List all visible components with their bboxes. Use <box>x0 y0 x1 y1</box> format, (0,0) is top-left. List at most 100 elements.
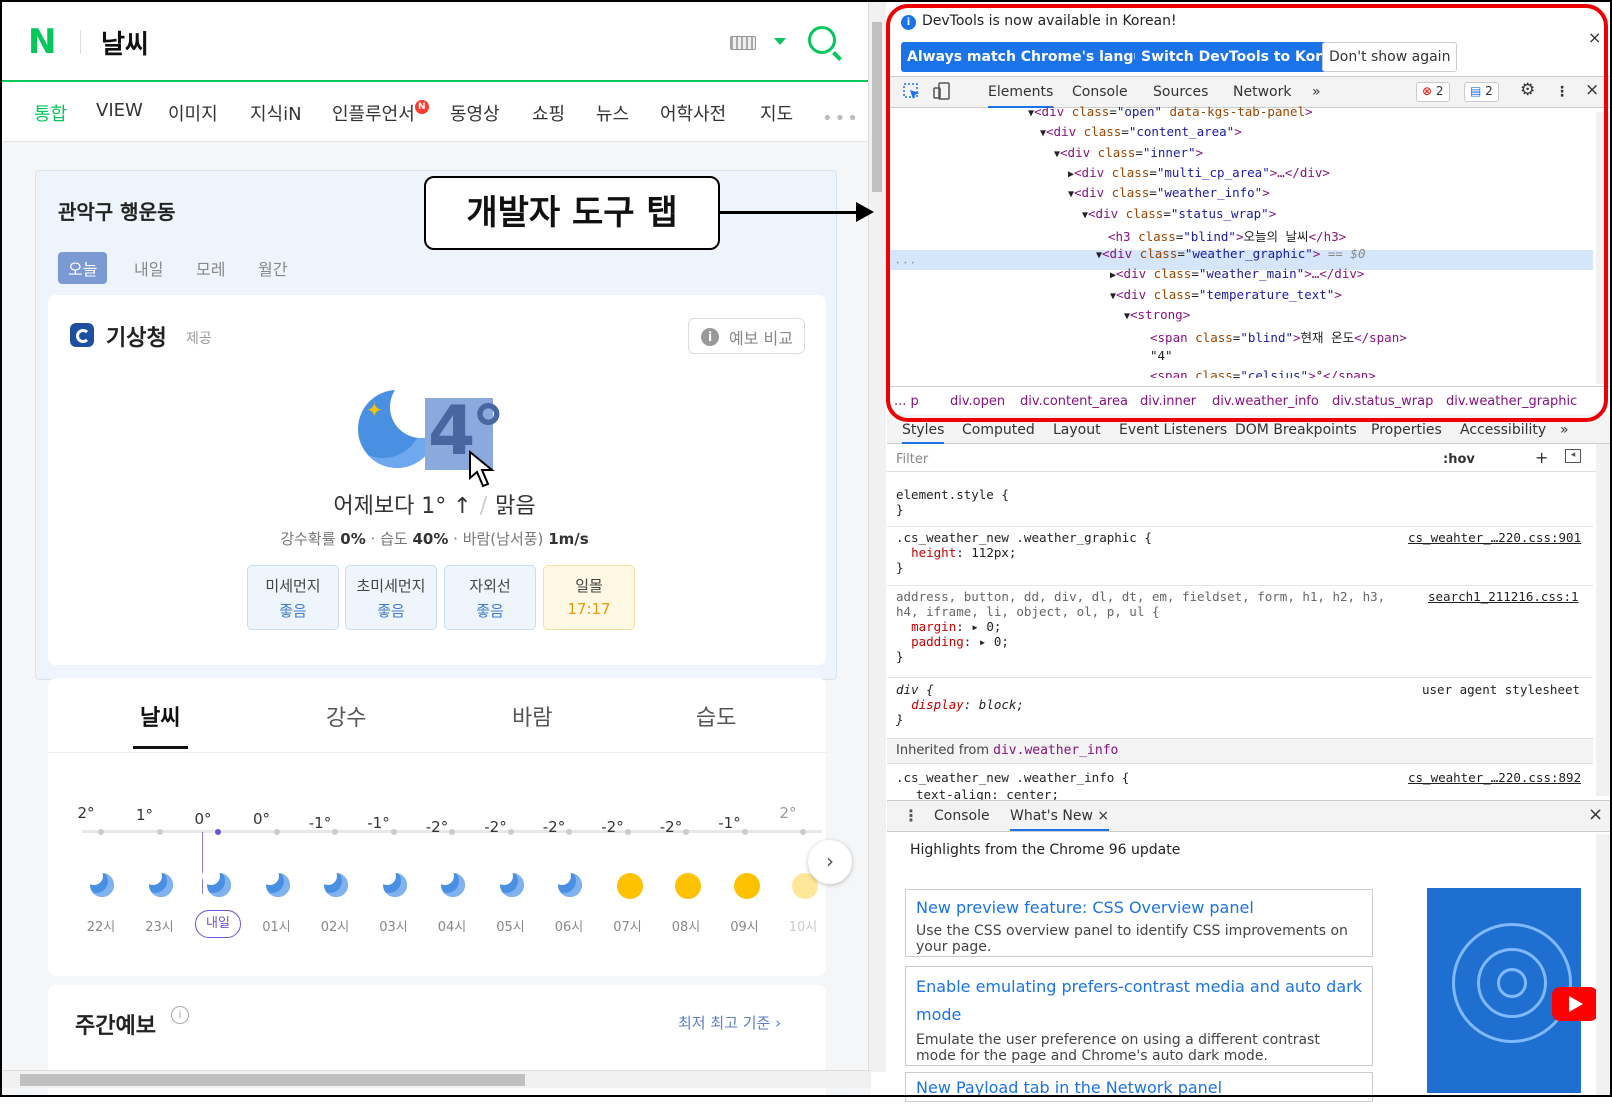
news-item[interactable]: New preview feature: CSS Overview panel U… <box>905 889 1373 957</box>
dom-node[interactable]: ▼<strong> <box>1124 307 1190 322</box>
device-toggle-icon[interactable] <box>932 81 952 101</box>
naver-logo[interactable]: N <box>28 22 56 62</box>
more-tabs-icon[interactable]: » <box>1312 84 1321 100</box>
close-drawer-icon[interactable]: × <box>1588 804 1603 825</box>
dom-node[interactable]: ▼<div class="content_area"> <box>1040 124 1242 139</box>
crumb-p[interactable]: ... p <box>894 394 919 409</box>
day-tab-today[interactable]: 오늘 <box>58 252 108 284</box>
day-tab-tomorrow[interactable]: 내일 <box>124 252 173 284</box>
inspect-icon[interactable] <box>902 82 922 102</box>
search-icon[interactable] <box>808 26 836 54</box>
subtab-humidity[interactable]: 습도 <box>696 700 736 732</box>
close-icon[interactable]: × <box>1588 28 1601 47</box>
news-item[interactable]: New Payload tab in the Network panel <box>905 1072 1373 1102</box>
more-icon[interactable]: ••• <box>822 108 860 129</box>
message-count-badge[interactable]: ▤ 2 <box>1464 82 1499 102</box>
dom-node[interactable]: ▼<div class="weather_graphic"> == $0 <box>1096 246 1365 261</box>
more-tabs-icon[interactable]: » <box>1560 422 1569 438</box>
hov-button[interactable]: :hov <box>1443 452 1475 467</box>
crumb-content-area[interactable]: div.content_area <box>1020 394 1128 409</box>
news-item[interactable]: Enable emulating prefers-contrast media … <box>905 966 1373 1066</box>
keyboard-icon[interactable] <box>730 36 756 50</box>
news-title[interactable]: New Payload tab in the Network panel <box>916 1076 1362 1100</box>
tab-images[interactable]: 이미지 <box>168 100 218 126</box>
dom-node[interactable]: <h3 class="blind">오늘의 날씨</h3> <box>1108 226 1346 245</box>
tab-layout[interactable]: Layout <box>1053 422 1101 438</box>
source-link[interactable]: cs_weahter_…220.css:901 <box>1408 530 1581 545</box>
dom-node[interactable]: <span class="blind">현재 온도</span> <box>1150 327 1407 346</box>
row-ellipsis[interactable]: ··· <box>894 255 917 270</box>
day-tab-after[interactable]: 모레 <box>186 252 235 284</box>
tab-computed[interactable]: Computed <box>962 422 1035 438</box>
crumb-weather-graphic[interactable]: div.weather_graphic <box>1446 394 1577 409</box>
styles-scrollbar[interactable] <box>1596 444 1610 796</box>
tab-accessibility[interactable]: Accessibility <box>1460 422 1546 438</box>
dom-node[interactable]: <span class="celsius">°</span> <box>1150 368 1376 378</box>
drawer-menu-icon[interactable]: ⋮ <box>903 806 919 825</box>
caret-down-icon[interactable] <box>774 38 786 45</box>
dom-node[interactable]: ▼<div class="inner"> <box>1054 145 1203 160</box>
source-link[interactable]: search1_211216.css:1 <box>1428 589 1579 604</box>
tab-kin[interactable]: 지식iN <box>250 100 302 126</box>
drawer-scrollbar[interactable] <box>1596 834 1610 1096</box>
scrollbar-thumb[interactable] <box>872 22 882 192</box>
tab-all[interactable]: 통합 <box>34 100 67 126</box>
crumb-inner[interactable]: div.inner <box>1140 394 1196 409</box>
close-tab-icon[interactable]: × <box>1097 808 1109 824</box>
tab-news[interactable]: 뉴스 <box>596 100 629 126</box>
dom-node[interactable]: ▶<div class="multi_cp_area">…</div> <box>1068 165 1330 180</box>
info-icon[interactable]: i <box>171 1006 189 1024</box>
chip-ultrafine-dust[interactable]: 초미세먼지 좋음 <box>345 565 437 630</box>
tab-video[interactable]: 동영상 <box>450 100 500 126</box>
tab-dom-breakpoints[interactable]: DOM Breakpoints <box>1235 422 1357 438</box>
tab-event-listeners[interactable]: Event Listeners <box>1119 422 1227 438</box>
compare-forecast-button[interactable]: i 예보 비교 <box>688 318 805 354</box>
chip-uv[interactable]: 자외선 좋음 <box>444 565 536 630</box>
tab-sources[interactable]: Sources <box>1153 84 1208 100</box>
dom-node[interactable]: ▼<div class="open" data-kgs-tab-panel> <box>1028 104 1313 119</box>
dom-node[interactable]: ▼<div class="temperature_text"> <box>1110 287 1342 302</box>
tab-influencer[interactable]: 인플루언서 N <box>332 100 429 126</box>
kebab-menu-icon[interactable]: ⋮ <box>1555 84 1569 100</box>
tab-map[interactable]: 지도 <box>760 100 793 126</box>
subtab-weather[interactable]: 날씨 <box>140 700 180 732</box>
dom-node[interactable]: ▼<div class="weather_info"> <box>1068 185 1270 200</box>
search-query[interactable]: 날씨 <box>101 24 149 61</box>
tab-styles[interactable]: Styles <box>902 422 945 444</box>
drawer-tab-console[interactable]: Console <box>934 808 990 824</box>
day-tab-monthly[interactable]: 월간 <box>248 252 297 284</box>
tab-view[interactable]: VIEW <box>96 100 143 121</box>
source-link[interactable]: cs_weahter_…220.css:892 <box>1408 770 1581 785</box>
chip-fine-dust[interactable]: 미세먼지 좋음 <box>247 565 339 630</box>
crumb-div-open[interactable]: div.open <box>950 394 1005 409</box>
tab-network[interactable]: Network <box>1233 84 1291 100</box>
news-title[interactable]: New preview feature: CSS Overview panel <box>916 896 1362 920</box>
dom-node[interactable]: ▼<div class="status_wrap"> <box>1082 206 1276 221</box>
tab-properties[interactable]: Properties <box>1371 422 1442 438</box>
drawer-tab-whats-new[interactable]: What's New × <box>1010 808 1110 831</box>
next-arrow-button[interactable]: › <box>808 840 852 884</box>
gear-icon[interactable]: ⚙ <box>1520 80 1535 100</box>
crumb-status-wrap[interactable]: div.status_wrap <box>1332 394 1433 409</box>
tab-shopping[interactable]: 쇼핑 <box>532 100 565 126</box>
chip-sunset[interactable]: 일몰 17:17 <box>543 565 635 630</box>
scrollbar-thumb[interactable] <box>20 1074 525 1086</box>
inherited-element[interactable]: div.weather_info <box>993 743 1118 758</box>
tab-dictionary[interactable]: 어학사전 <box>660 100 726 126</box>
tab-console[interactable]: Console <box>1072 84 1128 100</box>
subtab-rain[interactable]: 강수 <box>326 700 366 732</box>
dom-node[interactable]: "4" <box>1150 348 1173 363</box>
dont-show-button[interactable]: Don't show again <box>1322 42 1458 72</box>
close-devtools-icon[interactable]: × <box>1585 80 1599 100</box>
subtab-wind[interactable]: 바람 <box>512 700 552 732</box>
dom-scrollbar[interactable] <box>1596 112 1610 384</box>
youtube-play-icon[interactable] <box>1552 987 1598 1021</box>
news-title[interactable]: Enable emulating prefers-contrast media … <box>916 973 1362 1029</box>
weekly-sort-link[interactable]: 최저 최고 기준 › <box>678 1012 781 1033</box>
filter-input[interactable]: Filter <box>896 452 928 467</box>
new-rule-icon[interactable]: + <box>1535 448 1548 467</box>
sidebar-toggle-icon[interactable]: ◂ <box>1565 449 1581 463</box>
crumb-weather-info[interactable]: div.weather_info <box>1212 394 1319 409</box>
dom-node[interactable]: ▶<div class="weather_main">…</div> <box>1110 266 1364 281</box>
error-count-badge[interactable]: ⊗ 2 <box>1416 82 1450 102</box>
